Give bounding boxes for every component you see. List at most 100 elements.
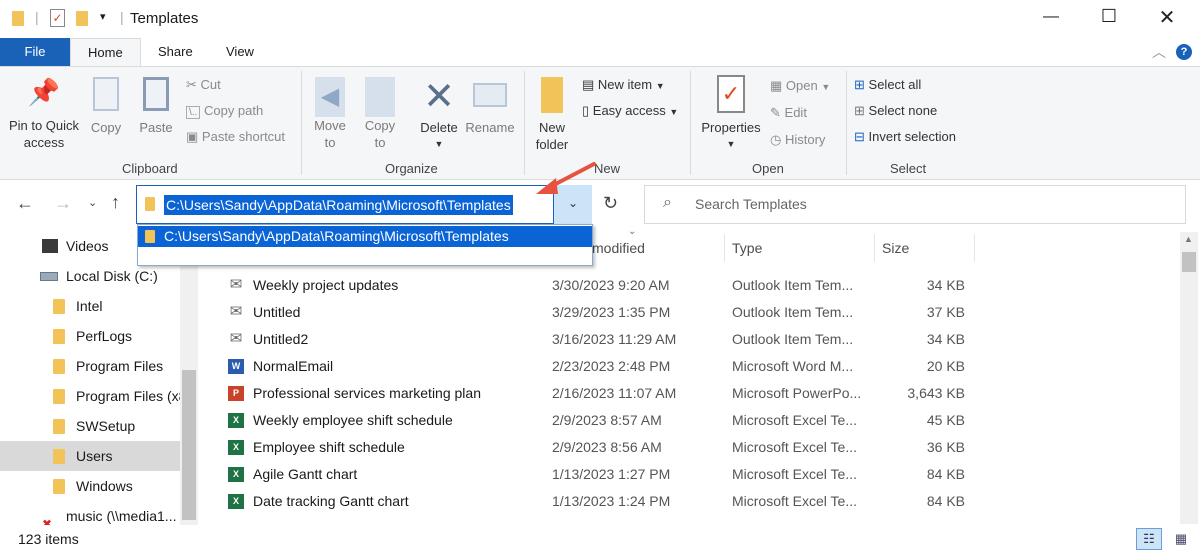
- file-row[interactable]: X Employee shift schedule 2/9/2023 8:56 AM…: [220, 434, 980, 461]
- folder-icon: [53, 359, 65, 374]
- new-item-button[interactable]: ▤ New item ▼: [582, 77, 665, 93]
- divider: [974, 234, 975, 262]
- folder-icon: [12, 11, 24, 26]
- file-row[interactable]: ✉ Untitled 3/29/2023 1:35 PM Outlook Item T…: [220, 299, 980, 326]
- properties-qat-icon[interactable]: ✓: [50, 9, 65, 27]
- maximize-button[interactable]: ☐: [1094, 6, 1124, 27]
- label: Delete: [420, 120, 458, 135]
- label: Intel: [76, 298, 103, 314]
- file-row[interactable]: W NormalEmail 2/23/2023 2:48 PM Microsoft W…: [220, 353, 980, 380]
- customize-qat-icon[interactable]: ▾: [100, 10, 106, 23]
- cut-button[interactable]: ✂ Cut: [186, 77, 221, 93]
- tab-file[interactable]: File: [0, 38, 70, 66]
- file-type: Microsoft Word M...: [732, 358, 854, 374]
- mail-file-icon: ✉: [229, 330, 243, 347]
- nav-item-intel[interactable]: Intel: [0, 291, 180, 321]
- copy-to-button[interactable]: Copy to: [360, 77, 400, 151]
- open-icon: ▦: [770, 78, 783, 93]
- properties-button[interactable]: ✓ Properties ▼: [698, 75, 764, 153]
- label: Paste: [139, 120, 173, 135]
- move-to-button[interactable]: ◀ Move to: [310, 77, 350, 151]
- tab-view[interactable]: View: [209, 38, 271, 66]
- copy-path-button[interactable]: \.. Copy path: [186, 103, 263, 119]
- edit-button[interactable]: ✎ Edit: [770, 105, 807, 121]
- file-name: Untitled2: [253, 331, 309, 347]
- file-list-scrollbar[interactable]: ▲: [1180, 232, 1198, 524]
- file-size: 20 KB: [926, 358, 965, 374]
- nav-scrollbar[interactable]: [180, 225, 198, 525]
- file-size: 36 KB: [926, 439, 965, 455]
- rename-button[interactable]: Rename: [464, 77, 516, 136]
- recent-locations-button[interactable]: ⌄: [88, 196, 97, 209]
- column-header-date-modified[interactable]: modified: [592, 234, 645, 262]
- close-button[interactable]: ✕: [1152, 5, 1182, 30]
- minimize-button[interactable]: —: [1036, 8, 1066, 26]
- nav-item-perflogs[interactable]: PerfLogs: [0, 321, 180, 351]
- file-row[interactable]: ✉ Weekly project updates 3/30/2023 9:20 AM…: [220, 272, 980, 299]
- invert-selection-button[interactable]: ⊟ Invert selection: [854, 129, 956, 145]
- new-folder-qat-icon[interactable]: [76, 11, 88, 26]
- copy-to-icon: [365, 77, 395, 117]
- address-suggestion-item[interactable]: C:\Users\Sandy\AppData\Roaming\Microsoft…: [138, 226, 592, 247]
- label: SWSetup: [76, 418, 136, 434]
- forward-button[interactable]: →: [54, 193, 72, 214]
- scrollbar-thumb[interactable]: [1182, 252, 1196, 272]
- paste-shortcut-button[interactable]: ▣ Paste shortcut: [186, 129, 285, 145]
- help-icon[interactable]: ?: [1176, 44, 1192, 60]
- excel-file-icon: X: [228, 467, 244, 482]
- label: Videos: [66, 238, 109, 254]
- copy-button[interactable]: Copy: [86, 77, 126, 136]
- file-row[interactable]: X Date tracking Gantt chart 1/13/2023 1:24…: [220, 488, 980, 515]
- back-button[interactable]: ←: [16, 193, 34, 214]
- group-label-clipboard: Clipboard: [122, 161, 178, 176]
- label: folder: [535, 137, 569, 152]
- new-folder-button[interactable]: New folder: [530, 77, 574, 153]
- refresh-button[interactable]: ↻: [603, 193, 618, 214]
- label: New: [538, 120, 565, 135]
- edit-icon: ✎: [770, 105, 781, 120]
- excel-file-icon: X: [228, 440, 244, 455]
- folder-icon: [53, 329, 65, 344]
- file-row[interactable]: P Professional services marketing plan 2/1…: [220, 380, 980, 407]
- search-box[interactable]: ⌕ Search Templates: [644, 185, 1186, 224]
- pin-to-quick-access-button[interactable]: 📌 Pin to Quick access: [4, 77, 84, 151]
- collapse-ribbon-icon[interactable]: ︿: [1152, 42, 1166, 62]
- column-header-size[interactable]: Size: [882, 234, 909, 262]
- history-button[interactable]: ◷ History: [770, 132, 825, 148]
- column-header-type[interactable]: Type: [732, 234, 762, 262]
- file-row[interactable]: X Weekly employee shift schedule 2/9/2023 …: [220, 407, 980, 434]
- nav-item-program-files-x86[interactable]: Program Files (x86): [0, 381, 180, 411]
- file-row[interactable]: X Agile Gantt chart 1/13/2023 1:27 PM Micro…: [220, 461, 980, 488]
- drive-icon: [40, 272, 58, 281]
- label: Invert selection: [868, 129, 956, 144]
- up-button[interactable]: ↑: [111, 192, 120, 213]
- nav-item-windows[interactable]: Windows: [0, 471, 180, 501]
- search-input[interactable]: Search Templates: [695, 196, 807, 212]
- scroll-up-icon[interactable]: ▲: [1184, 234, 1193, 244]
- paste-button[interactable]: Paste: [136, 77, 176, 136]
- file-row[interactable]: ✉ Untitled2 3/16/2023 11:29 AM Outlook Item…: [220, 326, 980, 353]
- tab-home[interactable]: Home: [70, 38, 141, 67]
- nav-item-swsetup[interactable]: SWSetup: [0, 411, 180, 441]
- open-button[interactable]: ▦ Open ▼: [770, 78, 830, 94]
- label: to: [324, 135, 336, 150]
- easy-access-button[interactable]: ▯ Easy access ▼: [582, 103, 678, 119]
- select-all-button[interactable]: ⊞ Select all: [854, 77, 921, 93]
- details-view-button[interactable]: ☷: [1136, 528, 1162, 550]
- label: music (\\media1...: [66, 508, 177, 524]
- nav-scrollbar-thumb[interactable]: [182, 370, 196, 520]
- address-path-input[interactable]: C:\Users\Sandy\AppData\Roaming\Microsoft…: [164, 195, 513, 215]
- delete-button[interactable]: ✕ Delete ▼: [414, 75, 464, 153]
- folder-icon: [53, 479, 65, 494]
- clipboard-icon: [143, 77, 169, 111]
- nav-item-users[interactable]: Users: [0, 441, 180, 471]
- large-icons-view-button[interactable]: ▦: [1168, 528, 1194, 550]
- file-name: Agile Gantt chart: [253, 466, 358, 482]
- nav-item-program-files[interactable]: Program Files: [0, 351, 180, 381]
- group-label-select: Select: [890, 161, 927, 176]
- nav-item-music-network[interactable]: ✖ music (\\media1...: [0, 501, 180, 525]
- ribbon: 📌 Pin to Quick access Copy Paste ✂ Cut \…: [0, 66, 1200, 180]
- tab-share[interactable]: Share: [141, 38, 210, 66]
- navigation-pane: Videos Local Disk (C:) Intel PerfLogs Pr…: [0, 225, 200, 525]
- select-none-button[interactable]: ⊞ Select none: [854, 103, 937, 119]
